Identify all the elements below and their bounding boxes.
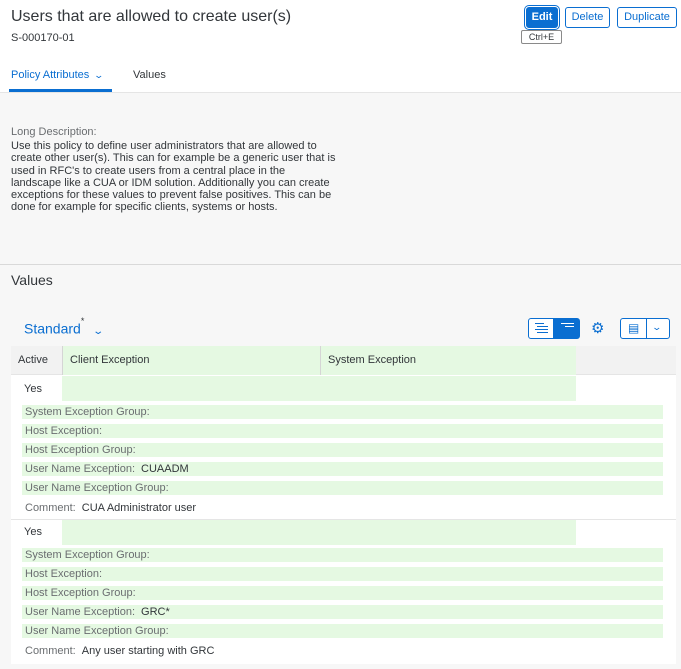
edit-button[interactable]: Edit [526,7,558,28]
duplicate-button[interactable]: Duplicate [617,7,677,28]
row-comment: Comment: Any user starting with GRC [25,645,215,657]
active-value: Yes [24,526,42,538]
values-table: Active Client Exception System Exception… [11,346,676,664]
active-value: Yes [24,383,42,395]
tab-label: Values [133,69,166,81]
values-section-heading: Values [11,272,53,288]
tab-policy-attributes[interactable]: Policy Attributes ⌄ [11,69,105,81]
exception-cells [62,376,576,401]
table-row[interactable]: Yes System Exception Group: Host Excepti… [11,376,676,519]
list-item: System Exception Group: [22,405,663,419]
delete-button[interactable]: Delete [565,7,610,28]
long-description-label: Long Description: [11,126,97,138]
chevron-down-icon: ⌄ [93,70,105,80]
tab-selection-indicator [9,89,112,92]
list-item: Host Exception: [22,424,663,438]
sort-list-toggle-button[interactable] [528,318,554,339]
table-row[interactable]: Yes System Exception Group: Host Excepti… [11,520,676,663]
variant-name: Standard [24,320,81,337]
list-item: Host Exception Group: [22,443,663,457]
list-item: System Exception Group: [22,548,663,562]
export-icon: ▤ [628,321,640,335]
chevron-down-icon: ⌄ [92,325,105,337]
row-comment: Comment: CUA Administrator user [25,502,197,514]
export-menu-button[interactable]: ▤ ⌄ [620,318,670,339]
edit-shortcut-tooltip: Ctrl+E [521,30,562,44]
list-item: User Name Exception Group: [22,481,663,495]
sort-list-icon [535,323,548,335]
list-item: Host Exception: [22,567,663,581]
list-item: User Name Exception: CUAADM [22,462,663,476]
tab-values[interactable]: Values [133,69,166,81]
exception-cells [62,520,576,545]
list-item: User Name Exception: GRC* [22,605,663,619]
object-page-header: Users that are allowed to create user(s)… [0,0,681,93]
list-item: User Name Exception Group: [22,624,663,638]
list-item: Host Exception Group: [22,586,663,600]
sort-list-icon [561,323,574,329]
section-divider [0,264,681,265]
chevron-down-icon: ⌄ [651,322,663,332]
page-title: Users that are allowed to create user(s) [11,8,292,25]
gear-icon[interactable]: ⚙ [591,319,604,337]
page-subtitle: S-000170-01 [11,32,75,44]
column-header-system-exception[interactable]: System Exception [320,346,576,375]
variant-selector[interactable]: Standard* ⌄ [24,316,105,337]
variant-modified-marker: * [80,316,85,326]
column-header-client-exception[interactable]: Client Exception [62,346,320,375]
split-divider [646,319,647,338]
long-description-text: Use this policy to define user administr… [11,140,336,214]
tab-label: Policy Attributes [11,69,90,81]
table-header: Active Client Exception System Exception [11,346,676,375]
column-header-active[interactable]: Active [11,346,62,375]
sort-list-active-button[interactable] [554,318,580,339]
